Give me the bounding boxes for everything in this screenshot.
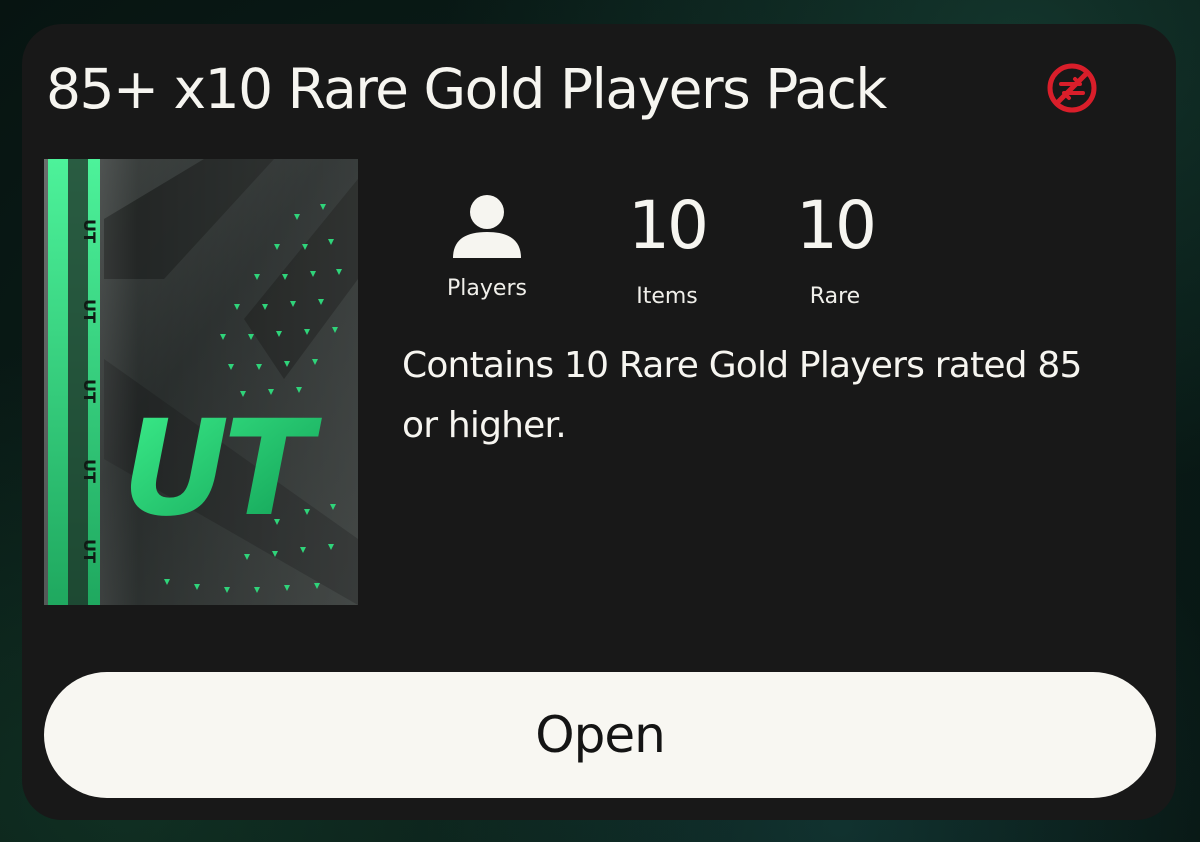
rare-label: Rare [809, 284, 861, 309]
pack-details-card: 85+ x10 Rare Gold Players Pack UT UT UT … [22, 24, 1176, 820]
items-stat: 10 Items [602, 184, 732, 309]
untradeable-icon [1047, 63, 1097, 113]
rare-count: 10 [796, 187, 877, 264]
players-label: Players [447, 276, 527, 301]
player-silhouette-icon [453, 195, 521, 258]
items-count: 10 [628, 187, 709, 264]
pack-stats: Players 10 Items 10 Rare [422, 184, 902, 314]
svg-text:UT: UT [80, 379, 99, 403]
strip-label: UT [80, 219, 99, 243]
pack-artwork: UT UT UT UT UT UT [44, 159, 358, 605]
svg-text:UT: UT [80, 539, 99, 563]
rare-stat: 10 Rare [770, 184, 900, 309]
pack-ut-logo: UT [122, 392, 322, 546]
items-label: Items [636, 284, 698, 309]
pack-description: Contains 10 Rare Gold Players rated 85 o… [402, 345, 1082, 446]
svg-text:UT: UT [80, 299, 99, 323]
pack-title: 85+ x10 Rare Gold Players Pack [46, 57, 887, 121]
svg-text:UT: UT [80, 459, 99, 483]
open-pack-button[interactable]: Open [44, 672, 1156, 798]
players-stat: Players [422, 184, 552, 301]
